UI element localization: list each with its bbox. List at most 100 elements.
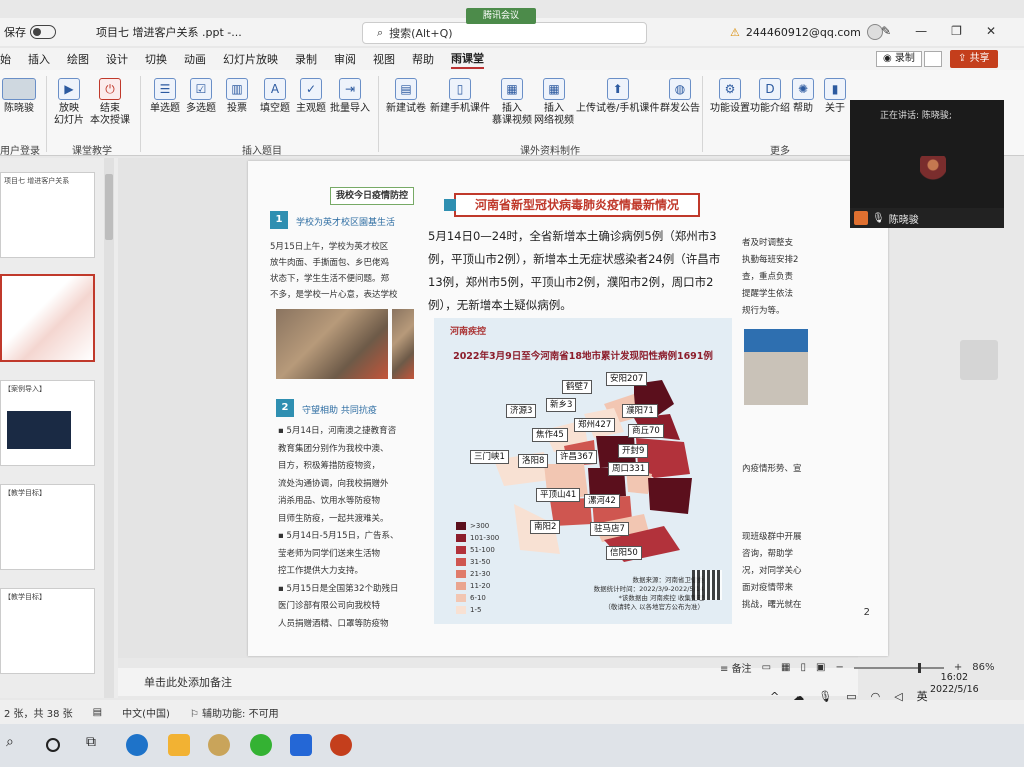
zoom-out-icon[interactable]: − [835, 662, 843, 673]
vote-button[interactable]: ▥ 投票 [226, 78, 248, 115]
upload-courseware-button[interactable]: ⬆ 上传试卷/手机课件 [576, 78, 659, 115]
group-teach-label: 课堂教学 [72, 146, 112, 157]
play-slideshow-button[interactable]: ▶ 放映 幻灯片 [54, 78, 84, 127]
input-language[interactable]: 英 [917, 688, 928, 704]
language-indicator[interactable]: 中文(中国) [122, 705, 170, 720]
about-button[interactable]: ▮ 关于 [824, 78, 846, 115]
feature-settings-button[interactable]: ⚙ 功能设置 [710, 78, 750, 115]
file-explorer-icon[interactable] [168, 734, 190, 756]
reading-view-icon[interactable]: ▯ [800, 662, 806, 673]
share-button[interactable]: ⇪ 共享 [950, 50, 998, 68]
fill-blank-button[interactable]: A 填空题 [260, 78, 290, 115]
spellcheck-icon[interactable]: ▤ [93, 707, 102, 718]
city-label: 鹤壁7 [562, 380, 593, 394]
bar-chart-icon: ▥ [226, 78, 248, 100]
tab-insert[interactable]: 插入 [28, 51, 50, 67]
restore-icon[interactable]: ❐ [951, 24, 962, 38]
comment-icon[interactable] [924, 51, 942, 67]
system-clock[interactable]: 16:02 2022/5/16 [930, 672, 979, 696]
meeting-app-icon[interactable] [290, 734, 312, 756]
notes-button[interactable]: ≡ 备注 [720, 660, 752, 675]
gear-icon: ⚙ [719, 78, 741, 100]
broadcast-announcement-button[interactable]: ◍ 群发公告 [660, 78, 700, 115]
chevron-up-icon[interactable]: ^ [770, 690, 779, 703]
legend-swatch [456, 546, 466, 554]
minimize-icon[interactable]: — [915, 24, 927, 38]
edge-icon[interactable] [126, 734, 148, 756]
feature-intro-button[interactable]: D 功能介绍 [750, 78, 790, 115]
thumbnail-scrollbar[interactable] [104, 158, 114, 698]
app-icon[interactable] [208, 734, 230, 756]
city-label: 商丘70 [628, 424, 664, 438]
ribbon-tabs: 始 插入 绘图 设计 切换 动画 幻灯片放映 录制 审阅 视图 帮助 雨课堂 ◉… [0, 48, 1024, 70]
zoom-slider[interactable] [853, 662, 944, 673]
wifi-icon[interactable]: ◠ [871, 690, 881, 703]
batch-import-button[interactable]: ⇥ 批量导入 [330, 78, 370, 115]
meeting-video-panel[interactable]: 正在讲话: 陈晓骏; 🎙 陈晓骏 [850, 100, 1004, 228]
normal-view-icon[interactable]: ▭ [762, 662, 771, 673]
about-icon: ▮ [824, 78, 846, 100]
help-button[interactable]: ✺ 帮助 [792, 78, 814, 115]
powerpoint-icon[interactable] [330, 734, 352, 756]
thumbnail-text: 【案例导入】 [4, 385, 46, 393]
search-icon[interactable]: ⌕ [6, 734, 28, 756]
account-area[interactable]: ⚠ 244460912@qq.com [730, 24, 883, 40]
grid-view-icon[interactable] [960, 340, 998, 380]
insert-web-video-button[interactable]: ▦ 插入 网络视频 [534, 78, 574, 127]
autosave[interactable]: 保存 [4, 24, 56, 40]
scrollbar-thumb[interactable] [105, 174, 113, 240]
cloud-icon[interactable]: ☁ [793, 690, 804, 703]
slide[interactable]: 我校今日疫情防控 1 学校为英才校区園基生活 5月15日上午，学校为英才校区 放… [248, 161, 888, 656]
cortana-icon[interactable] [46, 738, 60, 752]
tab-rain-classroom[interactable]: 雨课堂 [451, 50, 484, 69]
city-label: 许昌367 [556, 450, 598, 464]
vote-label: 投票 [227, 103, 247, 114]
tab-help[interactable]: 帮助 [412, 51, 434, 67]
tab-design[interactable]: 设计 [106, 51, 128, 67]
insert-mooc-video-button[interactable]: ▦ 插入 慕课视频 [492, 78, 532, 127]
new-exam-button[interactable]: ▤ 新建试卷 [386, 78, 426, 115]
meeting-badge[interactable]: 腾讯会议 [466, 8, 536, 24]
tab-animations[interactable]: 动画 [184, 51, 206, 67]
globe-icon: ◍ [669, 78, 691, 100]
accessibility-status[interactable]: ⚐ 辅助功能: 不可用 [190, 705, 279, 720]
task-view-icon[interactable]: ⧉ [86, 734, 108, 756]
city-label: 焦作45 [532, 428, 568, 442]
slideshow-view-icon[interactable]: ▣ [816, 662, 825, 673]
map-source: 数据来源：河南省卫健委 数据统计时间：2022/3/9-2022/5/14 *该… [593, 576, 704, 611]
single-choice-button[interactable]: ☰ 单选题 [150, 78, 180, 115]
slide-thumbnail[interactable]: 【教学目标】 [0, 588, 95, 674]
tab-review[interactable]: 审阅 [334, 51, 356, 67]
tab-record[interactable]: 录制 [295, 51, 317, 67]
slide-thumbnail[interactable]: 【教学目标】 [0, 484, 95, 570]
tab-transitions[interactable]: 切换 [145, 51, 167, 67]
battery-icon[interactable]: ▭ [846, 690, 856, 703]
slide-thumbnail[interactable]: 项目七 增进客户关系 [0, 172, 95, 258]
clock-time: 16:02 [940, 672, 969, 683]
autosave-toggle[interactable] [30, 25, 56, 39]
section-title: 守望相助 共同抗疫 [302, 406, 377, 416]
pen-icon[interactable]: ✎ [881, 24, 891, 38]
photo [744, 329, 808, 405]
thumbnail-text: 【教学目标】 [4, 593, 46, 601]
tab-home[interactable]: 始 [0, 51, 11, 67]
close-icon[interactable]: ✕ [986, 24, 996, 38]
slide-thumbnail-selected[interactable] [0, 274, 95, 362]
tab-draw[interactable]: 绘图 [67, 51, 89, 67]
search-input[interactable]: ⌕ 搜索(Alt+Q) [362, 22, 647, 44]
volume-icon[interactable]: ◁ [894, 690, 902, 703]
participant-avatar [854, 211, 868, 225]
sorter-view-icon[interactable]: ▦ [781, 662, 790, 673]
tab-view[interactable]: 视图 [373, 51, 395, 67]
wechat-icon[interactable] [250, 734, 272, 756]
mic-icon[interactable]: 🎙 [818, 690, 832, 703]
end-class-button[interactable]: ⏻ 结束 本次授课 [90, 78, 130, 127]
new-mobile-courseware-button[interactable]: ▯ 新建手机课件 [430, 78, 490, 115]
record-button[interactable]: ◉ 录制 [876, 51, 922, 67]
user-login-button[interactable]: 陈晓骏 [2, 78, 36, 115]
subjective-button[interactable]: ✓ 主观题 [296, 78, 326, 115]
slide-thumbnail[interactable]: 【案例导入】 [0, 380, 95, 466]
tab-slideshow[interactable]: 幻灯片放映 [223, 51, 278, 67]
multi-choice-button[interactable]: ☑ 多选题 [186, 78, 216, 115]
taskbar: ⌕ ⧉ [0, 724, 1024, 767]
